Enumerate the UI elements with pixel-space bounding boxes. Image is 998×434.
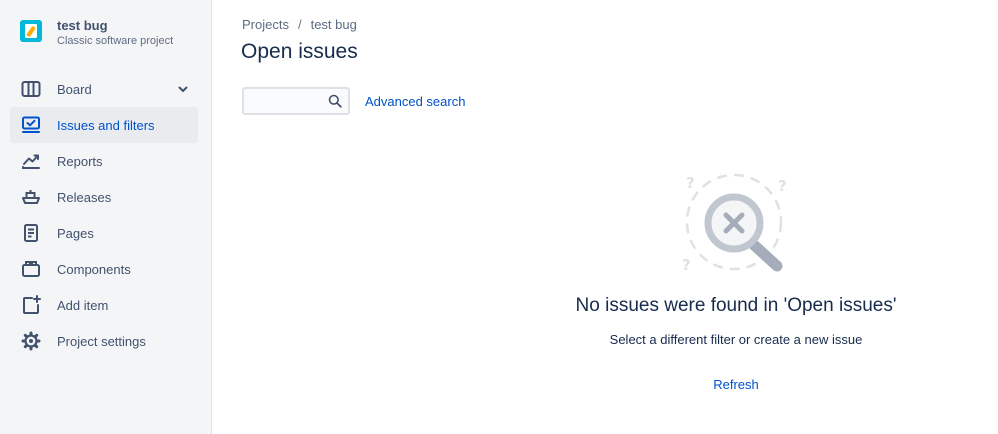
- sidebar-item-project-settings[interactable]: Project settings: [10, 323, 198, 359]
- project-sidebar: test bug Classic software project Board …: [0, 0, 212, 434]
- svg-text:?: ?: [778, 177, 787, 195]
- sidebar-item-releases[interactable]: Releases: [10, 179, 198, 215]
- breadcrumb-project-link[interactable]: test bug: [311, 17, 357, 32]
- search-icon[interactable]: [328, 94, 342, 108]
- components-icon: [21, 259, 41, 279]
- gear-icon: [21, 331, 41, 351]
- svg-text:?: ?: [686, 174, 695, 192]
- add-item-icon: [21, 295, 41, 315]
- search-input[interactable]: [244, 89, 324, 113]
- sidebar-nav: Board Issues and filters Reports Release…: [10, 71, 198, 359]
- no-results-magnifier-icon: ? ? ?: [678, 170, 792, 276]
- sidebar-item-pages[interactable]: Pages: [10, 215, 198, 251]
- sidebar-item-label: Add item: [57, 297, 109, 313]
- sidebar-item-add-item[interactable]: Add item: [10, 287, 198, 323]
- breadcrumb: Projects / test bug: [242, 17, 357, 32]
- breadcrumb-projects-link[interactable]: Projects: [242, 17, 289, 32]
- pages-icon: [21, 223, 41, 243]
- breadcrumb-separator: /: [297, 17, 302, 32]
- sidebar-item-issues-and-filters[interactable]: Issues and filters: [10, 107, 198, 143]
- sidebar-item-reports[interactable]: Reports: [10, 143, 198, 179]
- refresh-button[interactable]: Refresh: [713, 377, 759, 392]
- sidebar-item-label: Pages: [57, 225, 94, 241]
- sidebar-item-label: Releases: [57, 189, 112, 205]
- sidebar-item-label: Components: [57, 261, 131, 277]
- sidebar-item-label: Reports: [57, 153, 103, 169]
- project-name: test bug: [57, 18, 108, 33]
- sidebar-item-board[interactable]: Board: [10, 71, 198, 107]
- advanced-search-link[interactable]: Advanced search: [365, 94, 465, 109]
- sidebar-item-components[interactable]: Components: [10, 251, 198, 287]
- sidebar-item-label: Project settings: [57, 333, 146, 349]
- empty-state-description: Select a different filter or create a ne…: [609, 332, 863, 347]
- project-type: Classic software project: [57, 35, 174, 47]
- sidebar-item-label: Board: [57, 81, 92, 97]
- svg-text:?: ?: [682, 256, 691, 274]
- chevron-down-icon[interactable]: [176, 82, 190, 96]
- releases-icon: [21, 187, 41, 207]
- project-header[interactable]: test bug Classic software project: [20, 18, 173, 48]
- issues-icon: [21, 115, 41, 135]
- search-field[interactable]: [242, 87, 350, 115]
- empty-state-title: No issues were found in 'Open issues': [575, 295, 897, 316]
- reports-icon: [21, 151, 41, 171]
- sidebar-item-label: Issues and filters: [57, 117, 155, 133]
- page-title: Open issues: [241, 40, 358, 63]
- board-icon: [21, 79, 41, 99]
- project-avatar-icon: [20, 20, 42, 42]
